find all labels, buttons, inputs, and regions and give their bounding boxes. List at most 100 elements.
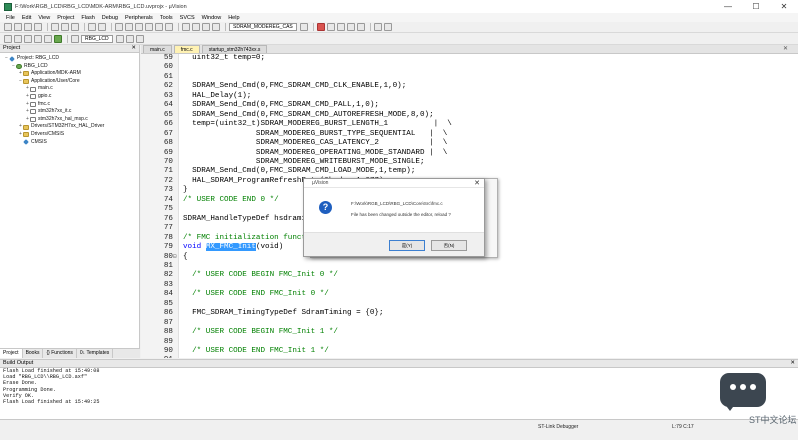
code-line: 77 [141, 224, 183, 233]
menu-peripherals[interactable]: Peripherals [125, 15, 153, 21]
disable-breakpoint-icon[interactable] [336, 23, 345, 31]
breakpoint-icon[interactable] [326, 23, 335, 31]
new-file-icon[interactable] [4, 23, 12, 31]
panel-tab-3[interactable]: 0↓ Templates [77, 349, 114, 358]
find-combo[interactable]: SDRAM_MODEREG_CAS [229, 23, 297, 31]
comment-icon[interactable] [202, 23, 210, 31]
code-line: 62 SDRAM_Send_Cmd(0,FMC_SDRAM_CMD_CLK_EN… [141, 82, 406, 91]
manage-components-icon[interactable] [115, 34, 124, 43]
panel-tab-1[interactable]: Books [23, 349, 44, 358]
stop-build-icon[interactable] [44, 34, 52, 43]
tree-item[interactable]: + Drivers/CMSIS [0, 131, 139, 139]
save-icon[interactable] [24, 23, 32, 31]
paste-icon[interactable] [71, 23, 79, 31]
line-code: SDRAM_MODEREG_BURST_TYPE_SEQUENTIAL | \ [183, 129, 448, 138]
menu-help[interactable]: Help [228, 15, 239, 21]
tree-item[interactable]: + stm32h7xx_it.c [0, 108, 139, 116]
target-options-icon[interactable] [71, 34, 79, 43]
close-icon[interactable]: ✕ [783, 45, 788, 53]
kill-breakpoints-icon[interactable] [346, 23, 355, 31]
tree-item[interactable]: + stm32h7xx_hal_msp.c [0, 116, 139, 124]
close-icon[interactable]: ✕ [790, 360, 795, 367]
translate-icon[interactable] [4, 34, 12, 43]
line-number: 74 [163, 195, 173, 204]
toolbar-separator [225, 23, 226, 31]
close-icon[interactable]: ✕ [131, 45, 136, 52]
tree-item[interactable]: + main.c [0, 85, 139, 93]
menu-edit[interactable]: Edit [22, 15, 31, 21]
yes-button[interactable]: 是(Y) [389, 240, 425, 251]
minimize-button[interactable]: — [714, 0, 742, 13]
editor-tab[interactable]: fmc.c [173, 45, 200, 53]
line-number: 60 [163, 63, 173, 72]
next-bookmark-icon[interactable] [155, 23, 163, 31]
panel-tab-2[interactable]: {} Functions [43, 349, 77, 358]
editor-tab[interactable]: startup_stm32h743xx.s [201, 45, 268, 53]
forum-watermark: ST中文论坛 [716, 365, 797, 425]
close-icon[interactable]: ✕ [474, 179, 480, 188]
rebuild-icon[interactable] [24, 34, 32, 43]
undo-icon[interactable] [88, 23, 96, 31]
nav-forward-icon[interactable] [125, 23, 133, 31]
build-icon[interactable] [14, 34, 22, 43]
bookmark-icon[interactable] [135, 23, 143, 31]
line-code: SDRAM_MODEREG_OPERATING_MODE_STANDARD | … [183, 148, 448, 157]
tree-item[interactable]: − RBG_LCD [0, 63, 139, 71]
tree-item[interactable]: + gpio.c [0, 93, 139, 101]
menu-project[interactable]: Project [57, 15, 74, 21]
clear-bookmarks-icon[interactable] [165, 23, 173, 31]
line-code: uint32_t temp=0; [183, 54, 266, 62]
no-button[interactable]: 否(N) [431, 240, 467, 251]
line-code: /* USER CODE END 0 */ [183, 195, 279, 204]
save-all-icon[interactable] [34, 23, 42, 31]
menu-debug[interactable]: Debug [102, 15, 118, 21]
cut-icon[interactable] [51, 23, 59, 31]
close-window-button[interactable]: ✕ [770, 0, 798, 13]
file-extensions-icon[interactable] [125, 34, 134, 43]
batch-build-icon[interactable] [34, 34, 42, 43]
prev-bookmark-icon[interactable] [145, 23, 153, 31]
panel-tab-0[interactable]: Project [0, 349, 23, 358]
pack-installer-icon[interactable] [135, 34, 144, 43]
menu-view[interactable]: View [38, 15, 50, 21]
menu-window[interactable]: Window [202, 15, 222, 21]
build-output-title: Build Output [3, 360, 34, 366]
editor-tab[interactable]: main.c [143, 45, 172, 53]
copy-icon[interactable] [61, 23, 69, 31]
code-line: 65 SDRAM_Send_Cmd(0,FMC_SDRAM_CMD_AUTORE… [141, 111, 434, 120]
window-title: F:\Work\RGB_LCD\RBG_LCD\MDK-ARM\RBG_LCD.… [15, 3, 187, 10]
tree-item[interactable]: + Application/MDK-ARM [0, 70, 139, 78]
window-layout-icon[interactable] [373, 23, 382, 31]
target-select[interactable]: RBG_LCD [81, 34, 113, 43]
indent-icon[interactable] [182, 23, 190, 31]
tree-item-label: Drivers/STM32H7xx_HAL_Driver [31, 123, 105, 130]
maximize-button[interactable]: ☐ [742, 0, 770, 13]
redo-icon[interactable] [98, 23, 106, 31]
debug-start-icon[interactable] [316, 23, 325, 31]
unindent-icon[interactable] [192, 23, 200, 31]
code-line: 82 /* USER CODE BEGIN FMC_Init 0 */ [141, 271, 338, 280]
tools-icon[interactable] [383, 23, 392, 31]
fold-marker[interactable]: ⊟ [173, 252, 179, 261]
menu-tools[interactable]: Tools [160, 15, 173, 21]
tree-item[interactable]: + Drivers/STM32H7xx_HAL_Driver [0, 123, 139, 131]
download-icon[interactable] [54, 34, 62, 43]
find-icon[interactable] [299, 23, 308, 31]
tree-item[interactable]: − Application/User/Core [0, 78, 139, 86]
tree-item[interactable]: − Project: RBG_LCD [0, 55, 139, 63]
menu-flash[interactable]: Flash [81, 15, 94, 21]
configure-icon[interactable] [356, 23, 365, 31]
line-number: 67 [163, 129, 173, 138]
uncomment-icon[interactable] [212, 23, 220, 31]
folder-icon [23, 79, 29, 85]
dialog-file-path: F:\Work\RGB_LCD\RBG_LCD\Core\Src\fmc.c [351, 201, 443, 206]
tree-item[interactable]: + fmc.c [0, 101, 139, 109]
code-line: 60 [141, 63, 183, 72]
menu-svcs[interactable]: SVCS [180, 15, 195, 21]
main-toolbar: SDRAM_MODEREG_CAS [0, 22, 798, 33]
tree-item[interactable]: CMSIS [0, 139, 139, 147]
open-file-icon[interactable] [14, 23, 22, 31]
menu-file[interactable]: File [6, 15, 15, 21]
nav-back-icon[interactable] [115, 23, 123, 31]
line-number: 86 [163, 309, 173, 318]
